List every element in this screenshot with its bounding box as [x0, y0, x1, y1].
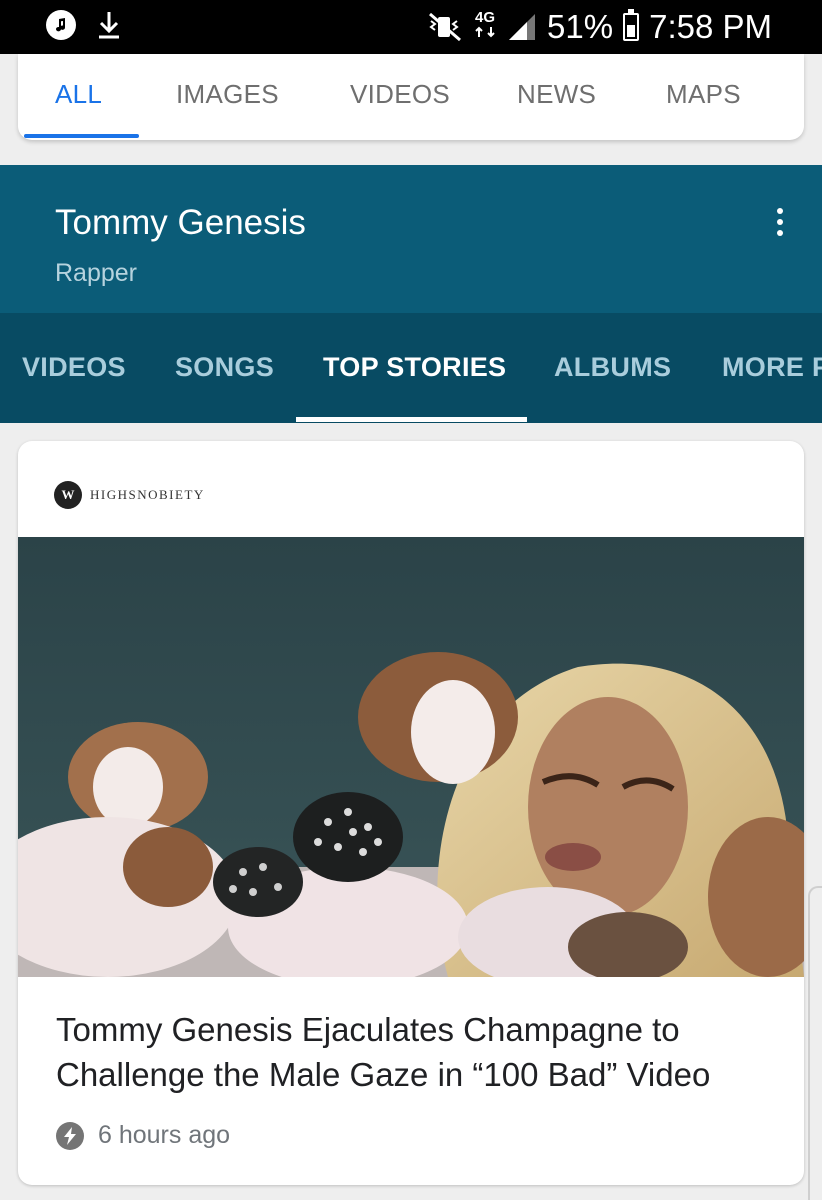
- entity-subtitle: Rapper: [55, 259, 137, 287]
- tab-maps[interactable]: MAPS: [666, 54, 741, 140]
- notification-icons: [46, 10, 122, 40]
- network-type-label: 4G: [475, 9, 496, 26]
- kp-tab-more[interactable]: MORE P: [722, 313, 822, 423]
- publisher-name: HIGHSNOBIETY: [90, 487, 205, 502]
- kp-tab-videos[interactable]: VIDEOS: [22, 313, 126, 423]
- active-tab-indicator: [24, 134, 139, 138]
- tab-images[interactable]: IMAGES: [176, 54, 279, 140]
- scroll-edge-indicator[interactable]: [808, 886, 822, 1200]
- kp-tab-songs[interactable]: SONGS: [175, 313, 274, 423]
- story-timestamp: 6 hours ago: [98, 1121, 231, 1149]
- lightning-icon: [56, 1121, 84, 1150]
- status-bar: 4G 51% 7:58 PM: [0, 0, 822, 54]
- signal-icon: [509, 14, 536, 40]
- status-icons: 4G 51% 7:58 PM: [427, 6, 772, 48]
- kp-tab-top-stories[interactable]: TOP STORIES: [323, 313, 506, 423]
- entity-title[interactable]: Tommy Genesis: [55, 203, 306, 243]
- battery-percent: 51%: [547, 8, 614, 45]
- publisher-emblem-icon: W: [54, 481, 82, 509]
- vibrate-mute-icon: [429, 12, 462, 42]
- music-icon: [46, 10, 76, 40]
- tab-all[interactable]: ALL: [55, 54, 102, 140]
- knowledge-panel-header: Tommy Genesis Rapper: [0, 165, 822, 313]
- knowledge-panel-tabs: VIDEOS SONGS TOP STORIES ALBUMS MORE P: [0, 313, 822, 423]
- tab-videos[interactable]: VIDEOS: [350, 54, 450, 140]
- story-meta: 6 hours ago: [56, 1121, 230, 1150]
- story-headline[interactable]: Tommy Genesis Ejaculates Champagne to Ch…: [56, 1007, 776, 1097]
- kp-tab-albums[interactable]: ALBUMS: [554, 313, 671, 423]
- search-tabs-bar: ALL IMAGES VIDEOS NEWS MAPS: [18, 54, 804, 140]
- network-indicator: 4G: [473, 9, 497, 43]
- kp-active-tab-indicator: [296, 417, 527, 422]
- publisher-logo: W HIGHSNOBIETY: [54, 481, 205, 509]
- story-photo[interactable]: [18, 537, 804, 977]
- tab-news[interactable]: NEWS: [517, 54, 596, 140]
- battery-icon: [623, 9, 640, 41]
- data-arrows-icon: [475, 26, 495, 38]
- more-vert-icon[interactable]: [770, 205, 790, 245]
- top-story-card[interactable]: W HIGHSNOBIETY Tommy Genesis Ejaculates …: [18, 441, 804, 1185]
- download-icon: [99, 12, 119, 39]
- clock: 7:58 PM: [649, 8, 772, 45]
